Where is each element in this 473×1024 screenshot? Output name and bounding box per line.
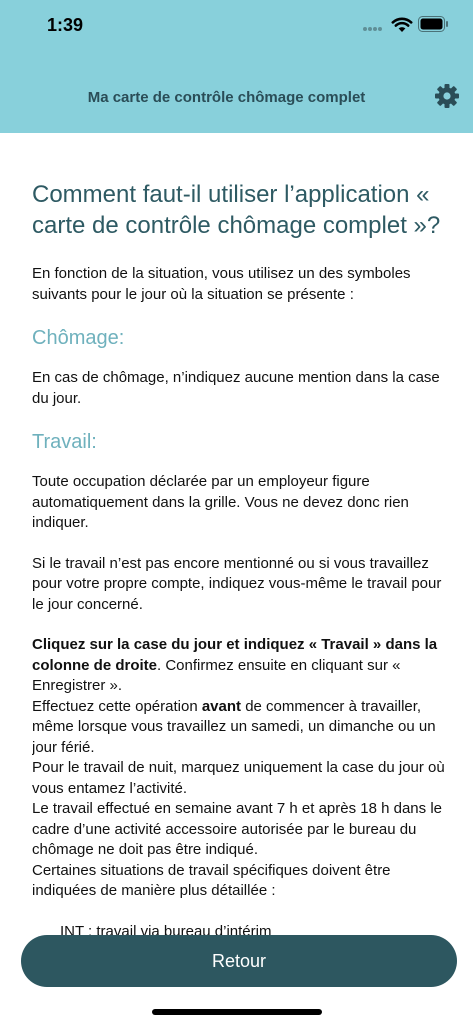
help-content[interactable]: Comment faut-il utiliser l’application «…: [32, 179, 447, 1024]
travail-paragraph-1: Toute occupation déclarée par un employe…: [32, 473, 409, 531]
signal-dots-icon: [363, 27, 385, 33]
nav-title: Ma carte de contrôle chômage complet: [87, 89, 366, 106]
home-indicator[interactable]: [152, 1009, 322, 1015]
instruction-weekday: Le travail effectué en semaine avant 7 h…: [32, 800, 442, 858]
instruction-before-pre: Effectuez cette opération: [32, 697, 202, 715]
instruction-before: Effectuez cette opération avant de comme…: [32, 697, 447, 759]
gear-icon: [435, 84, 459, 108]
instruction-click: Cliquez sur la case du jour et indiquez …: [32, 635, 447, 697]
chomage-paragraph: En cas de chômage, n’indiquez aucune men…: [32, 369, 440, 407]
instruction-before-bold: avant: [201, 697, 242, 715]
instruction-specific: Certaines situations de travail spécifiq…: [32, 861, 391, 900]
instruction-night: Pour le travail de nuit, marquez uniquem…: [32, 759, 445, 797]
status-time: 1:39: [47, 15, 84, 35]
section-heading-chomage: Chômage:: [32, 327, 125, 349]
travail-paragraph-2: Si le travail n’est pas encore mentionné…: [32, 554, 442, 613]
page-title: Comment faut-il utiliser l’application «…: [32, 181, 441, 239]
intro-paragraph: En fonction de la situation, vous utilis…: [32, 265, 411, 303]
travail-instructions: Cliquez sur la case du jour et indiquez …: [32, 635, 447, 942]
back-button[interactable]: Retour: [21, 935, 457, 987]
battery-icon: [418, 16, 448, 32]
section-heading-travail: Travail:: [32, 431, 97, 453]
settings-button[interactable]: [433, 82, 461, 110]
app-header: 1:39 Ma carte de contrôle chômage comple…: [0, 0, 473, 133]
status-bar: 1:39: [0, 0, 473, 54]
wifi-icon: [391, 17, 413, 32]
